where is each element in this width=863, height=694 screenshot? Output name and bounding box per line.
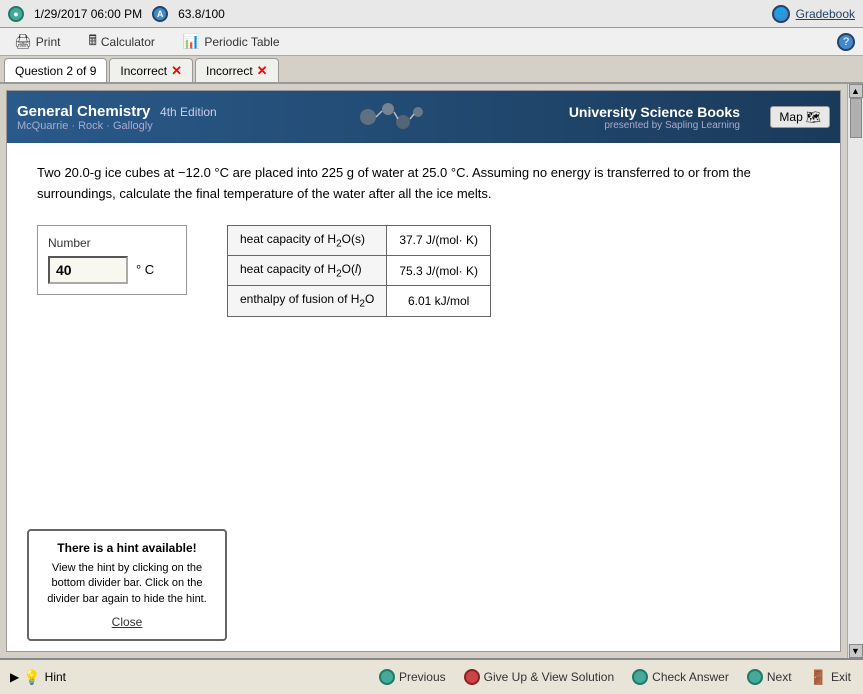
score-icon: A (152, 6, 168, 22)
data-table: heat capacity of H2O(s) 37.7 J/(mol· K) … (227, 225, 491, 317)
scroll-down-arrow[interactable]: ▼ (849, 644, 863, 658)
book-authors: McQuarrie · Rock · Gallogly (17, 120, 217, 132)
hint-popup: There is a hint available! View the hint… (27, 529, 227, 641)
table-row: heat capacity of H2O(s) 37.7 J/(mol· K) (228, 225, 491, 255)
next-label: Next (767, 670, 792, 684)
datetime: 1/29/2017 06:00 PM (34, 7, 142, 21)
table-cell-value: 6.01 kJ/mol (387, 286, 491, 316)
book-title-line: General Chemistry 4th Edition (17, 103, 217, 120)
scroll-thumb[interactable] (850, 98, 862, 138)
map-icon: 🗺 (806, 110, 821, 124)
toolbar: 🖨 Print 🖩 Calculator 📊 Periodic Table ? (0, 28, 863, 56)
exit-icon: 🚪 (810, 669, 827, 686)
hint-popup-text: View the hint by clicking on the bottom … (39, 561, 215, 607)
top-bar-right: 🌐 Gradebook (772, 5, 855, 23)
tab-incorrect2-label: Incorrect (206, 64, 253, 78)
help-icon[interactable]: ? (837, 33, 855, 51)
globe-icon: 🌐 (772, 5, 790, 23)
scrollbar: ▲ ▼ (847, 84, 863, 658)
tab-question2[interactable]: Question 2 of 9 (4, 58, 107, 82)
content-panel: General Chemistry 4th Edition McQuarrie … (6, 90, 841, 652)
check-label: Check Answer (652, 670, 729, 684)
answer-unit: ° C (136, 262, 154, 277)
give-up-icon (464, 669, 480, 685)
check-answer-button[interactable]: Check Answer (630, 667, 731, 687)
tab-incorrect1[interactable]: Incorrect ✕ (109, 58, 193, 82)
hint-close-button[interactable]: Close (39, 615, 215, 629)
periodic-table-icon: 📊 (183, 33, 200, 50)
question-text: Two 20.0-g ice cubes at −12.0 °C are pla… (37, 163, 810, 205)
periodic-table-button[interactable]: 📊 Periodic Table (177, 31, 286, 52)
previous-label: Previous (399, 670, 446, 684)
previous-icon (379, 669, 395, 685)
scroll-up-arrow[interactable]: ▲ (849, 84, 863, 98)
book-edition: 4th Edition (160, 105, 217, 119)
scroll-track (848, 98, 863, 644)
hint-popup-title: There is a hint available! (39, 541, 215, 555)
tab-incorrect2[interactable]: Incorrect ✕ (195, 58, 279, 82)
exit-button[interactable]: 🚪 Exit (808, 667, 853, 688)
gradebook-label[interactable]: Gradebook (796, 7, 855, 21)
table-cell-property: enthalpy of fusion of H2O (228, 286, 387, 316)
map-label: Map (779, 110, 802, 124)
check-icon (632, 669, 648, 685)
bottom-bar: ▶ 💡 Hint Previous Give Up & View Solutio… (0, 658, 863, 694)
tab-q2-label: Question 2 of 9 (15, 64, 96, 78)
table-row: enthalpy of fusion of H2O 6.01 kJ/mol (228, 286, 491, 316)
bottom-right: Previous Give Up & View Solution Check A… (377, 667, 853, 688)
publisher-name: University Science Books (569, 104, 740, 120)
hint-label: Hint (45, 670, 66, 684)
print-button[interactable]: 🖨 Print (8, 31, 66, 52)
table-cell-value: 75.3 J/(mol· K) (387, 255, 491, 285)
calculator-icon: 🖩 (88, 30, 96, 54)
answer-section: Number ° C heat capacity of H2O(s) 37.7 … (37, 225, 810, 317)
answer-input[interactable] (48, 256, 128, 284)
book-header: General Chemistry 4th Edition McQuarrie … (7, 91, 840, 143)
table-row: heat capacity of H2O(l) 75.3 J/(mol· K) (228, 255, 491, 285)
close-tab-1-icon[interactable]: ✕ (171, 63, 182, 79)
next-icon (747, 669, 763, 685)
answer-label: Number (48, 236, 176, 250)
bottom-left: ▶ 💡 Hint (10, 669, 66, 686)
book-title: General Chemistry (17, 103, 150, 120)
print-label: Print (36, 35, 61, 49)
play-icon: ▶ (10, 670, 19, 684)
periodic-table-label: Periodic Table (204, 35, 279, 49)
table-cell-property: heat capacity of H2O(l) (228, 255, 387, 285)
tab-incorrect1-label: Incorrect (120, 64, 167, 78)
top-bar-left: ● 1/29/2017 06:00 PM A 63.8/100 (8, 6, 225, 22)
book-decoration (217, 97, 569, 137)
print-icon: 🖨 (14, 33, 32, 50)
table-cell-value: 37.7 J/(mol· K) (387, 225, 491, 255)
close-tab-2-icon[interactable]: ✕ (257, 63, 268, 79)
status-icon: ● (8, 6, 24, 22)
give-up-button[interactable]: Give Up & View Solution (462, 667, 617, 687)
next-button[interactable]: Next (745, 667, 794, 687)
hint-button[interactable]: ▶ 💡 Hint (10, 669, 66, 686)
main-wrapper: General Chemistry 4th Edition McQuarrie … (0, 84, 863, 658)
exit-label: Exit (831, 670, 851, 684)
top-bar: ● 1/29/2017 06:00 PM A 63.8/100 🌐 Gradeb… (0, 0, 863, 28)
book-header-left: General Chemistry 4th Edition McQuarrie … (17, 103, 217, 132)
publisher-sub: presented by Sapling Learning (569, 120, 740, 131)
give-up-label: Give Up & View Solution (484, 670, 615, 684)
calculator-button[interactable]: 🖩 Calculator (82, 28, 160, 56)
map-button[interactable]: Map 🗺 (770, 106, 830, 128)
lamp-icon: 💡 (23, 669, 40, 686)
score: 63.8/100 (178, 7, 225, 21)
question-area: Two 20.0-g ice cubes at −12.0 °C are pla… (7, 143, 840, 337)
previous-button[interactable]: Previous (377, 667, 448, 687)
tab-bar: Question 2 of 9 Incorrect ✕ Incorrect ✕ (0, 56, 863, 84)
calculator-label: Calculator (101, 35, 155, 49)
molecule-svg (353, 97, 433, 137)
table-cell-property: heat capacity of H2O(s) (228, 225, 387, 255)
answer-input-row: ° C (48, 256, 176, 284)
answer-box: Number ° C (37, 225, 187, 295)
